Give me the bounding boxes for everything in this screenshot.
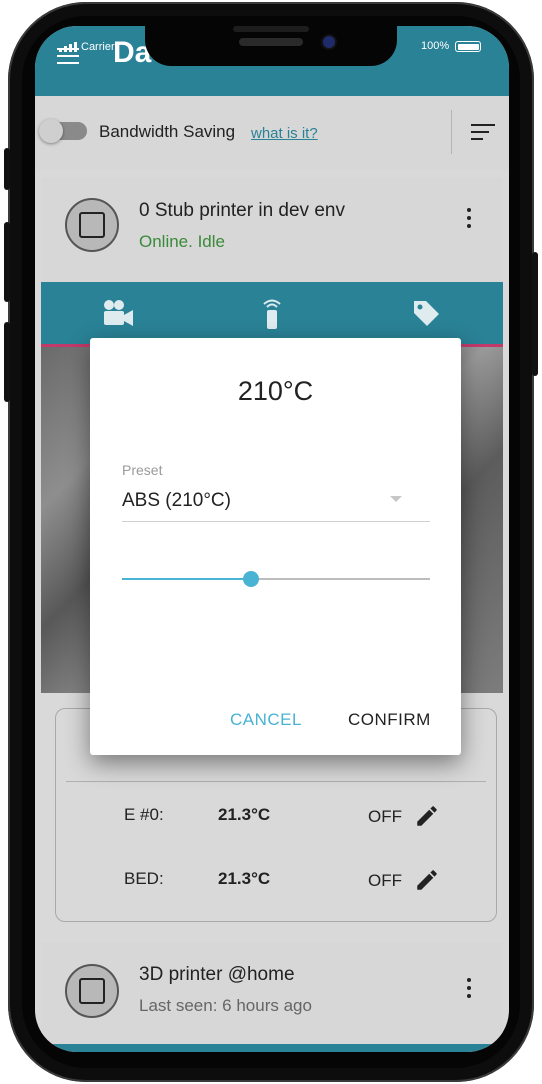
temperature-slider[interactable] <box>122 571 430 587</box>
slider-thumb[interactable] <box>243 571 260 587</box>
carrier-label: Carrier <box>81 41 115 53</box>
slider-fill <box>122 578 252 580</box>
mute-switch <box>4 148 10 190</box>
volume-up-button <box>4 222 10 302</box>
status-bar: Carrier 100% <box>35 26 509 66</box>
confirm-button[interactable]: CONFIRM <box>348 710 431 730</box>
dropdown-caret-icon[interactable] <box>390 496 402 502</box>
screen: Da Carrier 100% Bandwidth Saving what is… <box>35 26 509 1052</box>
battery-percent: 100% <box>421 40 450 52</box>
volume-down-button <box>4 322 10 402</box>
signal-icon <box>59 42 77 52</box>
cancel-button[interactable]: CANCEL <box>230 710 302 730</box>
power-button <box>532 252 538 376</box>
dialog-title: 210°C <box>237 376 314 406</box>
battery-icon <box>455 41 481 52</box>
preset-select[interactable]: ABS (210°C) <box>122 490 231 512</box>
temperature-dialog: 210°C Preset ABS (210°C) CANCEL CONFIRM <box>90 338 461 755</box>
preset-underline <box>122 521 430 522</box>
preset-label: Preset <box>122 462 163 478</box>
